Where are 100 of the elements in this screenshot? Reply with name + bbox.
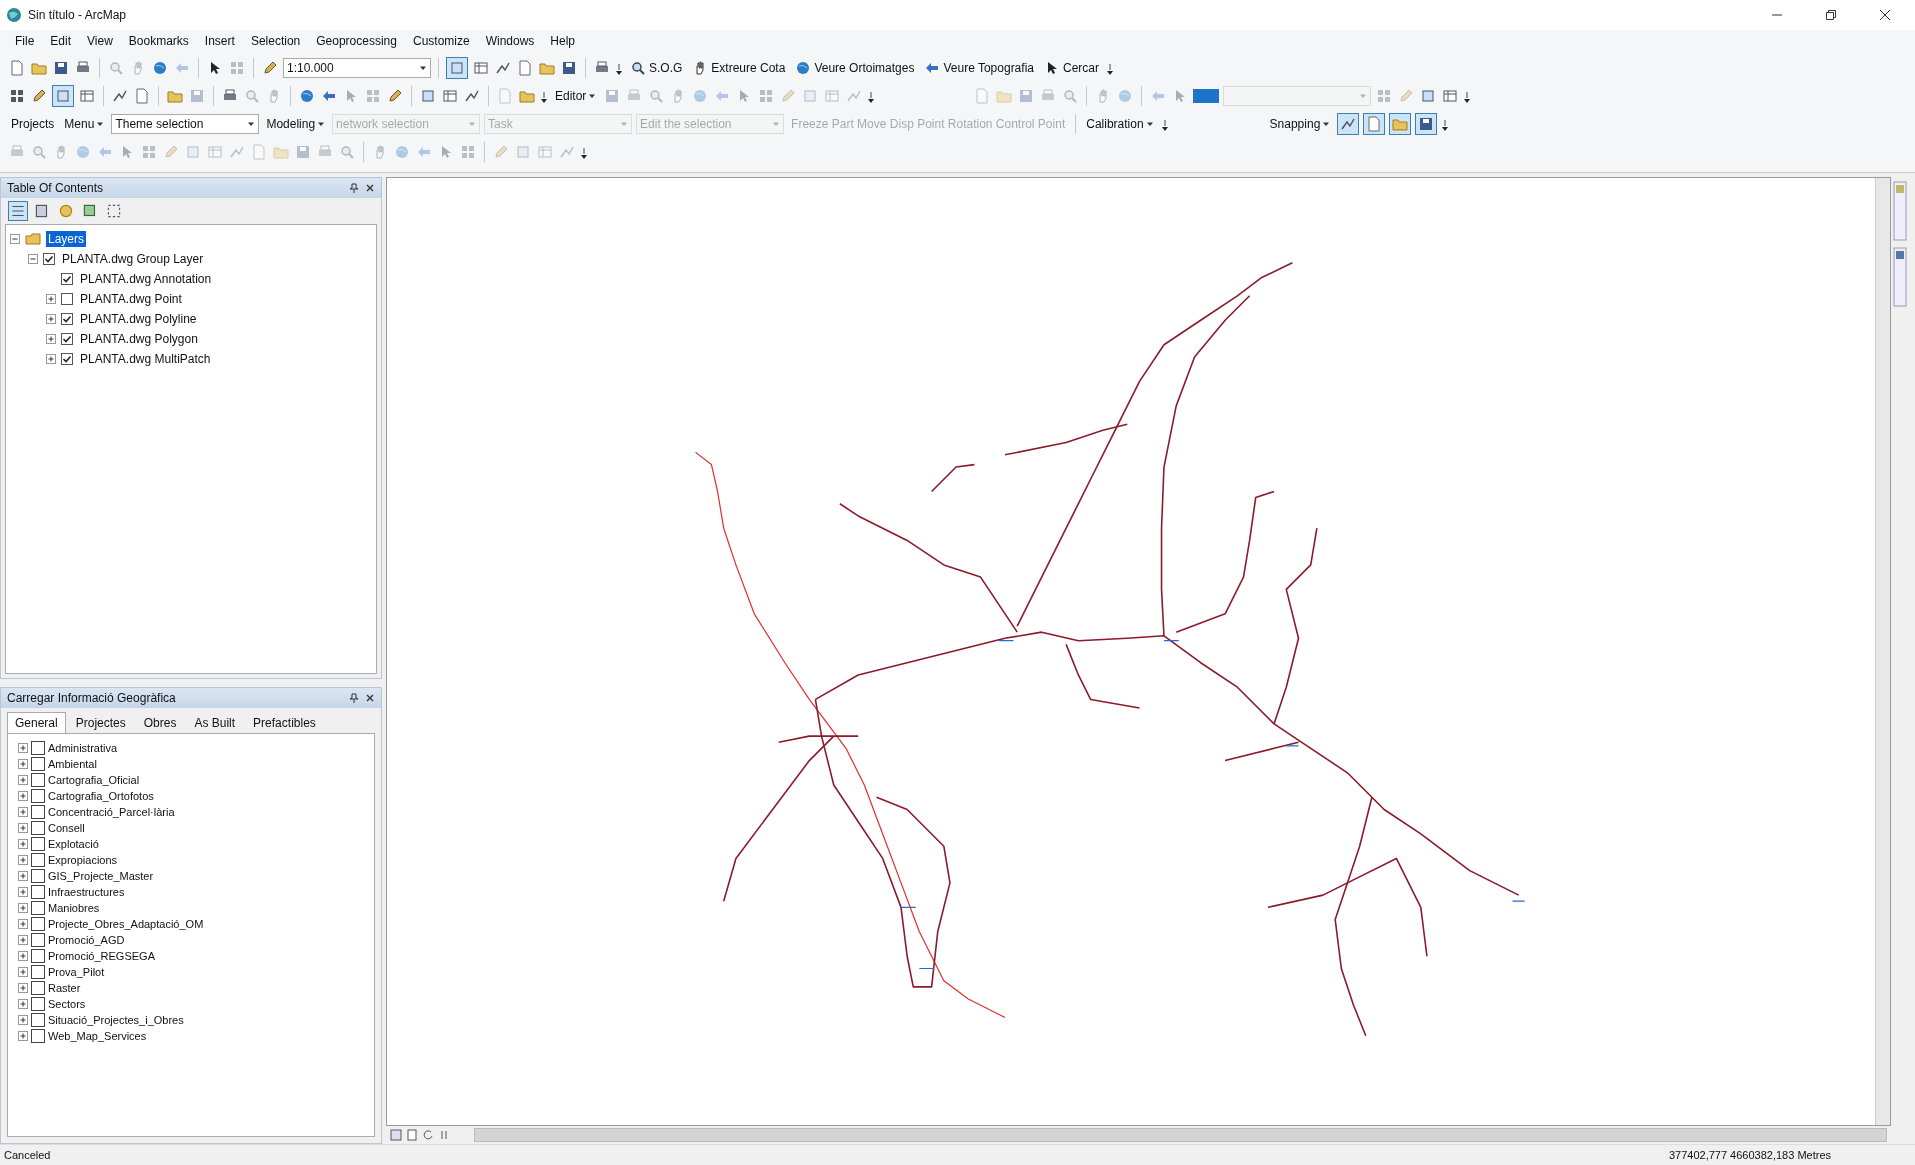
checkbox-icon[interactable] xyxy=(31,773,45,787)
checkbox-icon[interactable] xyxy=(31,821,45,835)
menu-item[interactable]: Insert xyxy=(197,32,242,50)
folder-icon[interactable] xyxy=(539,60,555,76)
checkbox-icon[interactable] xyxy=(31,885,45,899)
expand-icon[interactable] xyxy=(18,887,28,897)
checkbox-icon[interactable] xyxy=(31,741,45,755)
checkbox-icon[interactable] xyxy=(61,293,73,305)
toolbar-menu[interactable]: Menu xyxy=(61,117,108,131)
menu-item[interactable]: File xyxy=(8,32,42,50)
command-button[interactable]: Extreure Cota xyxy=(689,60,789,76)
tab[interactable]: Obres xyxy=(135,712,185,733)
command-button[interactable]: Veure Topografia xyxy=(921,60,1037,76)
toolbar-menu[interactable]: Modeling xyxy=(263,117,329,131)
expand-icon[interactable] xyxy=(18,983,28,993)
layer-name[interactable]: PLANTA.dwg Group Layer xyxy=(60,251,206,267)
checkbox-icon[interactable] xyxy=(31,981,45,995)
checked-checkbox-icon[interactable] xyxy=(61,333,73,345)
tab[interactable]: As Built xyxy=(186,712,244,733)
collapse-icon[interactable] xyxy=(28,254,38,264)
expand-icon[interactable] xyxy=(18,807,28,817)
expand-icon[interactable] xyxy=(18,903,28,913)
collapse-icon[interactable] xyxy=(10,234,20,244)
expand-icon[interactable] xyxy=(18,1031,28,1041)
source-icon[interactable] xyxy=(57,202,75,220)
tab[interactable]: Projectes xyxy=(67,712,134,733)
menu-item[interactable]: Bookmarks xyxy=(121,32,196,50)
command-button[interactable]: S.O.G xyxy=(627,60,686,76)
checked-checkbox-icon[interactable] xyxy=(43,253,55,265)
globe-icon[interactable] xyxy=(299,88,315,104)
restore-icon[interactable] xyxy=(1825,9,1837,21)
folder-icon[interactable] xyxy=(167,88,183,104)
menu-item[interactable]: Geoprocessing xyxy=(309,32,404,50)
list-icon[interactable] xyxy=(9,202,27,220)
expand-icon[interactable] xyxy=(18,743,28,753)
expand-icon[interactable] xyxy=(18,935,28,945)
table-icon[interactable] xyxy=(442,88,458,104)
checkbox-icon[interactable] xyxy=(31,789,45,803)
pencil-icon[interactable] xyxy=(31,88,47,104)
close-icon[interactable] xyxy=(365,183,375,193)
checkbox-icon[interactable] xyxy=(31,949,45,963)
pin-icon[interactable] xyxy=(349,693,359,703)
page-icon[interactable] xyxy=(517,60,533,76)
expand-icon[interactable] xyxy=(18,951,28,961)
square-icon[interactable] xyxy=(420,88,436,104)
expand-icon[interactable] xyxy=(18,999,28,1009)
pencil-icon[interactable] xyxy=(387,88,403,104)
toolbar-menu[interactable]: Calibration xyxy=(1083,117,1157,131)
toolbar-menu[interactable]: Snapping xyxy=(1266,117,1334,131)
page-icon[interactable] xyxy=(9,60,25,76)
layout-view-icon[interactable] xyxy=(390,1129,402,1141)
pause-icon[interactable] xyxy=(438,1129,450,1141)
layer-name[interactable]: PLANTA.dwg MultiPatch xyxy=(78,351,213,367)
expand-icon[interactable] xyxy=(18,775,28,785)
close-icon[interactable] xyxy=(1879,9,1891,21)
toggle-button[interactable] xyxy=(1363,113,1386,135)
line-icon[interactable] xyxy=(112,88,128,104)
toggle-button[interactable] xyxy=(1337,113,1360,135)
data-view-icon[interactable] xyxy=(406,1129,418,1141)
search-tab-icon[interactable] xyxy=(1893,247,1907,307)
expand-icon[interactable] xyxy=(46,314,56,324)
toggle-button[interactable] xyxy=(1415,113,1438,135)
tab[interactable]: Prefactibles xyxy=(245,712,324,733)
checked-checkbox-icon[interactable] xyxy=(61,313,73,325)
toolbar-menu[interactable]: Editor xyxy=(552,89,600,103)
checkbox-icon[interactable] xyxy=(31,757,45,771)
expand-icon[interactable] xyxy=(18,855,28,865)
expand-icon[interactable] xyxy=(18,919,28,929)
layer-name[interactable]: Layers xyxy=(46,231,87,247)
dropdown[interactable]: 1:10.000 xyxy=(283,58,431,78)
layer-name[interactable]: PLANTA.dwg Polygon xyxy=(78,331,200,347)
checkbox-icon[interactable] xyxy=(31,933,45,947)
layer-name[interactable]: PLANTA.dwg Polyline xyxy=(78,311,199,327)
tab[interactable]: General xyxy=(7,712,66,733)
toggle-button[interactable] xyxy=(52,85,74,107)
checkbox-icon[interactable] xyxy=(31,1013,45,1027)
expand-icon[interactable] xyxy=(18,871,28,881)
menu-item[interactable]: Edit xyxy=(43,32,79,50)
pencil-icon[interactable] xyxy=(262,60,278,76)
toggle-button[interactable] xyxy=(1389,113,1412,135)
table-icon[interactable] xyxy=(79,88,95,104)
expand-icon[interactable] xyxy=(18,839,28,849)
grid-icon[interactable] xyxy=(9,88,25,104)
square-icon[interactable] xyxy=(1420,88,1437,104)
checkbox-icon[interactable] xyxy=(31,837,45,851)
globe-icon[interactable] xyxy=(152,60,168,76)
checkbox-icon[interactable] xyxy=(31,853,45,867)
table-icon[interactable] xyxy=(473,60,489,76)
refresh-icon[interactable] xyxy=(422,1129,434,1141)
line-icon[interactable] xyxy=(495,60,511,76)
menu-item[interactable]: Selection xyxy=(243,32,308,50)
checkbox-icon[interactable] xyxy=(31,1029,45,1043)
checkbox-icon[interactable] xyxy=(31,805,45,819)
layer-name[interactable]: PLANTA.dwg Annotation xyxy=(78,271,214,287)
checkbox-icon[interactable] xyxy=(31,917,45,931)
checkbox-icon[interactable] xyxy=(31,965,45,979)
line-icon[interactable] xyxy=(464,88,480,104)
menu-item[interactable]: Help xyxy=(543,32,583,50)
dropdown[interactable]: Theme selection xyxy=(111,114,260,134)
expand-icon[interactable] xyxy=(18,791,28,801)
